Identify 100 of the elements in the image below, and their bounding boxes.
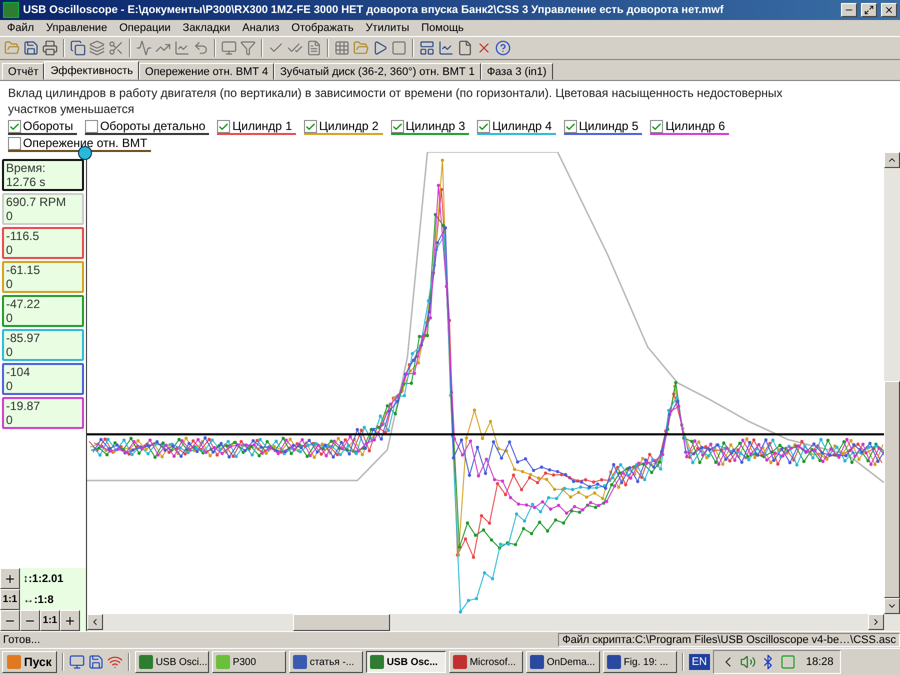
scroll-down-button[interactable] [884,598,900,614]
channel-label[interactable]: Обороты [23,119,74,133]
check-icon [392,120,403,132]
readout-value: 690.7 RPM [6,195,68,209]
taskbar-button[interactable]: P300 [212,651,286,673]
scroll-left-button[interactable] [87,614,103,630]
description-text: Вклад цилиндров в работу двигателя (по вертикали) в зависимости от времени (по горизонтали). Цветовая насыщенность недостоверных участков уменьшается [8,85,784,117]
restore-icon [864,5,874,15]
tab[interactable]: Зубчатый диск (36-2, 360°) отн. ВМТ 1 [274,63,481,80]
printer-icon[interactable] [42,40,58,56]
reset-button[interactable]: 1:1 [40,610,60,631]
save-icon[interactable] [88,654,104,670]
app-icon [138,655,153,669]
horizontal-scale: ↔:1:8 [22,594,55,606]
line-chart-icon[interactable] [174,40,190,56]
checkbox[interactable] [564,120,577,133]
taskbar-button[interactable]: OnDema... [526,651,600,673]
restore-button[interactable] [861,3,877,17]
menu-item[interactable]: Управление [41,22,112,34]
channel-label[interactable]: Обороты детально [100,119,206,133]
checkbox[interactable] [8,137,21,150]
close-button[interactable] [881,3,897,17]
checkbox[interactable] [650,120,664,133]
scroll-thumb[interactable] [293,614,390,631]
menu-item[interactable]: Файл [2,22,40,34]
tab[interactable]: Отчёт [2,63,44,80]
readout-value: -104 [6,365,32,379]
channel-label[interactable]: Цилиндр 1 [232,119,292,133]
menu-item[interactable]: Помощь [416,22,469,34]
scissors-icon[interactable] [108,40,124,56]
checkbox[interactable] [85,120,98,133]
tab[interactable]: Опережение отн. ВМТ 4 [139,63,274,80]
channel-label[interactable]: Цилиндр 4 [492,119,552,133]
menu-item[interactable]: Отображать [286,22,359,34]
check-icon [305,120,316,132]
pulse-icon[interactable] [136,40,152,56]
scroll-up-button[interactable] [884,152,900,168]
zoom-in-button[interactable] [60,610,80,631]
vertical-scale: ↕:1:2.01 [22,572,64,584]
language-indicator[interactable]: EN [688,654,710,670]
filter-icon[interactable] [240,40,256,56]
checkbox[interactable] [304,120,317,133]
channel-label[interactable]: Цилиндр 2 [319,119,379,133]
taskbar-button[interactable]: Fig. 19: ... [602,651,677,673]
taskbar-button[interactable]: USB Osci... [134,651,209,673]
readout-value: 0 [6,379,14,393]
taskbar-button[interactable]: статья -... [288,651,363,673]
menu-item[interactable]: Закладки [178,22,236,34]
checkbox[interactable] [477,120,490,133]
readout-value: -61.15 [6,263,42,277]
channel-label[interactable]: Цилиндр 5 [578,119,638,133]
layers-icon[interactable] [89,40,105,56]
help-icon[interactable] [495,40,511,56]
readout-value: -47.22 [6,297,42,311]
menu-item[interactable]: Утилиты [360,22,414,34]
page-icon[interactable] [457,40,473,56]
save-icon[interactable] [23,40,39,56]
channel-label[interactable]: Цилиндр 6 [665,119,726,133]
plus-icon [64,614,76,626]
readout-value: -19.87 [6,399,42,413]
menu-item[interactable]: Анализ [237,22,284,34]
tab[interactable]: Эффективность [44,61,140,80]
window-title: USB Oscilloscope - E:\документы\P300\RX300 1MZ-FE 3000 НЕТ доворота впуска Банк2\CSS 3 Управление есть доворота нет.mwf [23,4,725,16]
checkbox[interactable] [8,120,21,133]
start-button[interactable]: Пуск [2,651,57,673]
square-icon[interactable] [780,654,796,670]
app-icon [370,655,384,669]
readout-value: Время: [6,161,46,175]
app-icon [530,655,544,669]
play-icon[interactable] [372,40,388,56]
zoom-out-button[interactable] [0,610,20,631]
tab[interactable]: Фаза 3 (in1) [480,63,553,80]
undo-icon[interactable] [193,40,209,56]
document-icon[interactable] [306,40,322,56]
monitor-icon[interactable] [221,40,237,56]
scroll-thumb[interactable] [884,381,900,598]
grid-icon[interactable] [334,40,350,56]
copy-icon[interactable] [70,40,86,56]
line-chart-icon[interactable] [438,40,454,56]
readout-value: 0 [6,413,14,427]
stop-icon[interactable] [391,40,407,56]
menu-item[interactable]: Операции [114,22,176,34]
app-icon [452,655,467,669]
taskbar-button[interactable]: Microsof... [448,651,523,673]
speaker-icon[interactable] [740,654,756,670]
check-icon [564,120,576,132]
taskbar-button[interactable]: USB Osc... [366,651,446,673]
minimize-button[interactable] [841,3,857,17]
channel-label[interactable]: Цилиндр 3 [406,119,466,133]
desktop-icon[interactable] [68,654,85,670]
status-message: Готов... [2,634,42,646]
zoom-out-button[interactable] [20,610,40,631]
checkbox[interactable] [390,120,404,133]
channel-label[interactable]: Опережение отн. ВМТ [23,136,148,150]
reset-button[interactable]: 1:1 [0,589,20,610]
panel-icon[interactable] [419,40,435,56]
scroll-right-button[interactable] [868,614,884,630]
readout-value: 12.76 s [6,175,46,189]
zoom-in-button[interactable] [0,568,20,589]
checkbox[interactable] [217,120,230,133]
